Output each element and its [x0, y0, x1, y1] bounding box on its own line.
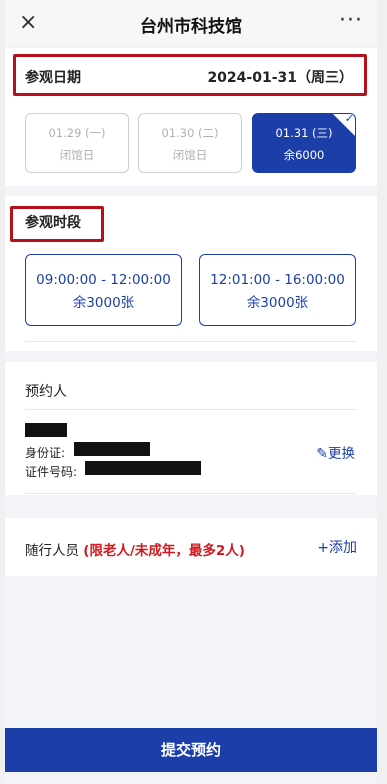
top-bar: × 台州市科技馆 ···: [5, 0, 377, 44]
slot-time: 12:01:00 - 16:00:00: [210, 272, 345, 288]
divider: [25, 409, 357, 410]
date-option-status: 闭馆日: [59, 148, 95, 162]
visit-date-value: 2024-01-31（周三）: [207, 70, 353, 86]
date-option-0129[interactable]: 01.29 (一) 闭馆日: [25, 113, 129, 173]
redacted-doc-number: [85, 461, 201, 475]
date-option-0131[interactable]: ✓ 01.31 (三) 余6000: [252, 113, 356, 173]
companions-section: 随行人员 (限老人/未成年，最多2人) +添加: [5, 518, 377, 576]
companions-label: 随行人员: [25, 543, 79, 559]
date-option-status: 闭馆日: [172, 148, 208, 162]
doc-number-label: 证件号码:: [25, 465, 78, 479]
time-slot-label: 参观时段: [25, 215, 81, 231]
more-icon[interactable]: ···: [339, 8, 363, 33]
date-option-date: 01.29 (一): [48, 126, 106, 140]
add-companion-button[interactable]: +添加: [317, 537, 357, 557]
change-label: 更换: [328, 446, 355, 462]
companions-note: (限老人/未成年，最多2人): [83, 543, 245, 559]
change-booker-button[interactable]: ✎更换: [316, 442, 355, 462]
page-title: 台州市科技馆: [140, 17, 242, 37]
booker-section: 预约人 身份证: 证件号码: ✎更换: [5, 362, 377, 495]
id-label: 身份证:: [25, 446, 66, 460]
submit-button[interactable]: 提交预约: [5, 728, 377, 772]
pencil-icon: ✎: [316, 446, 328, 462]
slot-time: 09:00:00 - 12:00:00: [36, 272, 171, 288]
slot-remaining: 余3000张: [72, 295, 135, 311]
divider: [25, 341, 357, 342]
divider: [25, 493, 357, 494]
booker-title: 预约人: [25, 384, 67, 400]
slot-remaining: 余3000张: [246, 295, 309, 311]
date-option-date: 01.30 (二): [161, 126, 219, 140]
companions-label-row: 随行人员 (限老人/未成年，最多2人): [25, 539, 245, 559]
visit-date-section: 参观日期 2024-01-31（周三） 01.29 (一) 闭馆日 01.30 …: [5, 48, 377, 186]
time-slot-morning[interactable]: 09:00:00 - 12:00:00 余3000张: [25, 254, 182, 326]
visit-date-label: 参观日期: [25, 70, 81, 86]
time-slot-afternoon[interactable]: 12:01:00 - 16:00:00 余3000张: [199, 254, 356, 326]
date-option-status: 余6000: [283, 148, 325, 162]
redacted-id: [74, 442, 150, 456]
check-icon: ✓: [344, 113, 354, 125]
redacted-name: [25, 423, 67, 437]
phone-screen: × 台州市科技馆 ··· 参观日期 2024-01-31（周三） 01.29 (…: [5, 0, 377, 784]
date-option-0130[interactable]: 01.30 (二) 闭馆日: [138, 113, 242, 173]
time-slot-section: 参观时段 09:00:00 - 12:00:00 余3000张 12:01:00…: [5, 196, 377, 351]
